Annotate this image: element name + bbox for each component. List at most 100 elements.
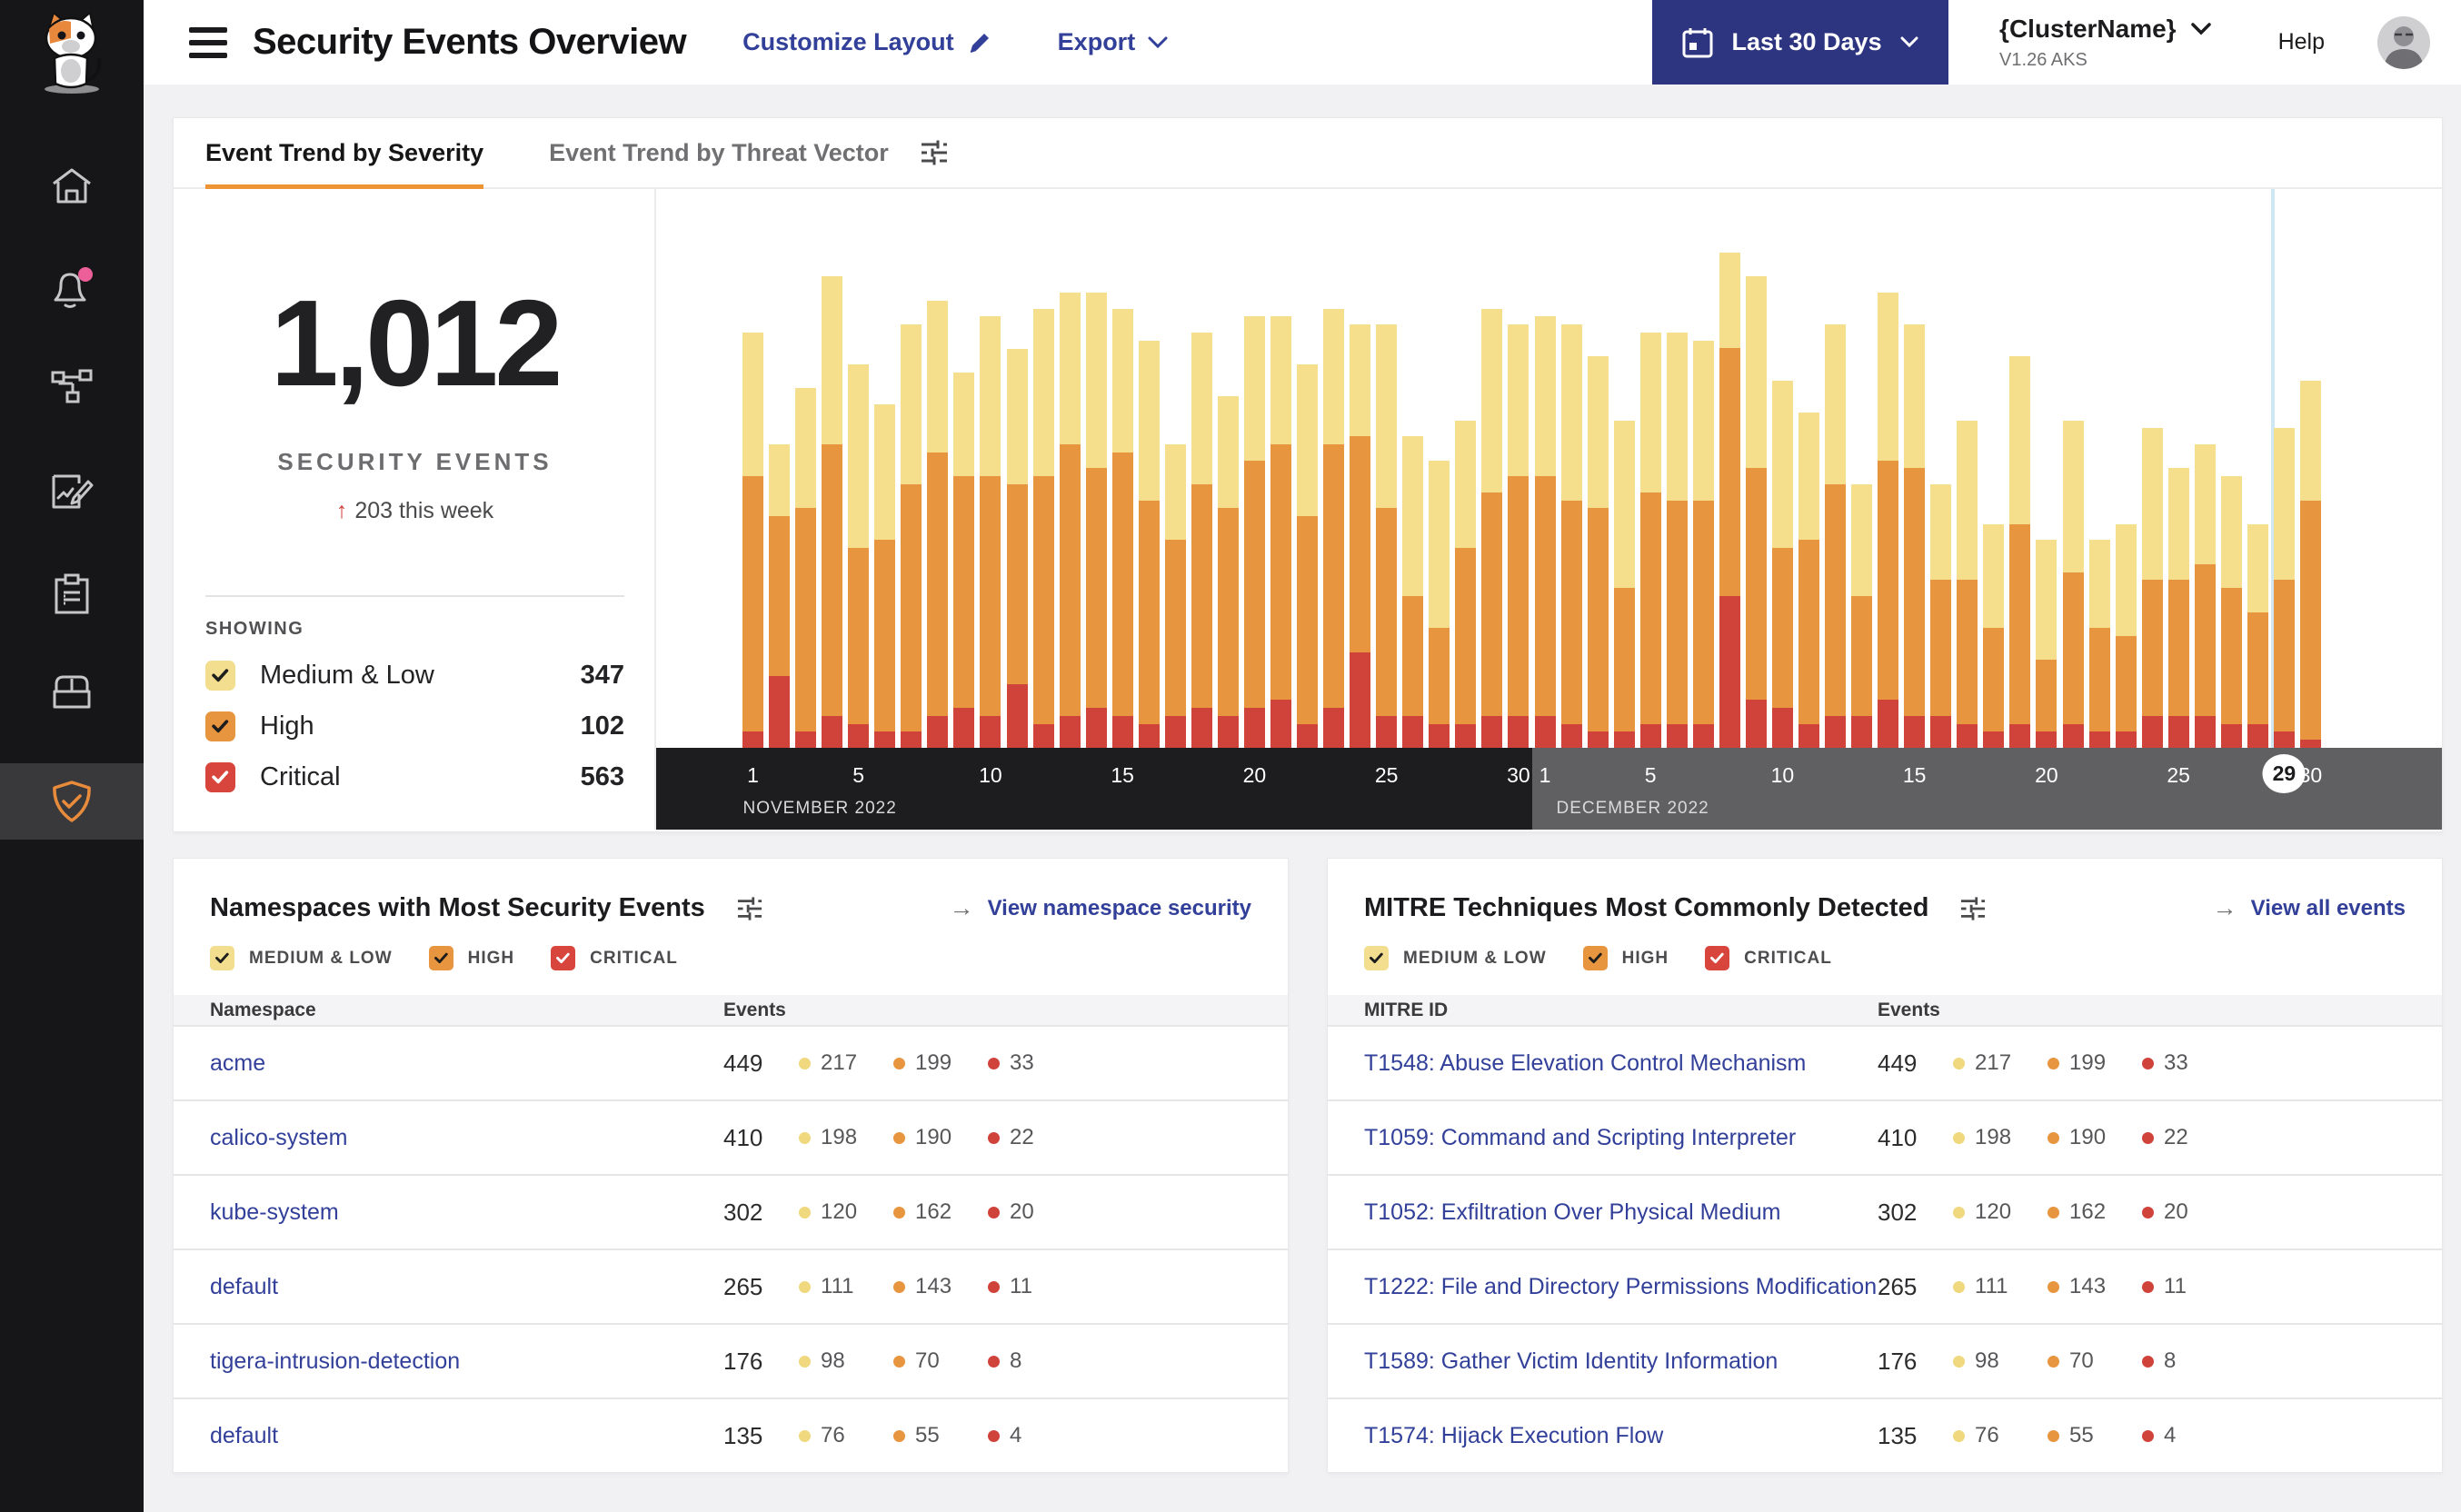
bar-november-30[interactable] [1508,324,1529,748]
severity-filter-chip[interactable]: MEDIUM & LOW [1364,946,1547,970]
bar-december-8[interactable] [1719,253,1740,748]
bar-december-5[interactable] [1639,332,1661,748]
row-link[interactable]: T1059: Command and Scripting Interpreter [1328,1125,1878,1151]
policies-edit-icon[interactable] [0,471,144,512]
home-icon[interactable] [0,165,144,207]
bar-november-6[interactable] [874,404,896,748]
bar-december-14[interactable] [1878,292,1899,748]
view-namespace-security-link[interactable]: → View namespace security [950,894,1251,922]
bar-december-11[interactable] [1798,412,1819,748]
bar-december-25[interactable] [2167,468,2189,748]
bar-november-2[interactable] [769,443,791,748]
bar-november-24[interactable] [1350,324,1371,748]
bar-november-13[interactable] [1059,292,1081,748]
row-link[interactable]: calico-system [174,1125,723,1151]
bar-december-24[interactable] [2141,428,2163,748]
compliance-clipboard-icon[interactable] [0,572,144,616]
bar-november-25[interactable] [1376,324,1398,748]
bar-december-17[interactable] [1957,420,1978,748]
mitre-settings-icon[interactable] [1959,896,1987,921]
bar-november-14[interactable] [1085,292,1107,748]
severity-checkbox[interactable] [210,946,234,970]
bar-december-28[interactable] [2247,523,2268,748]
bar-november-28[interactable] [1455,420,1477,748]
row-link[interactable]: T1222: File and Directory Permissions Mo… [1328,1274,1878,1300]
bar-december-3[interactable] [1587,356,1609,748]
bar-december-18[interactable] [1983,523,2005,748]
bar-november-5[interactable] [848,364,870,748]
severity-checkbox[interactable] [1582,946,1608,970]
severity-checkbox[interactable] [205,660,235,691]
bar-november-29[interactable] [1481,308,1503,748]
severity-filter-chip[interactable]: HIGH [1582,946,1669,970]
bar-november-7[interactable] [901,324,922,748]
row-link[interactable]: acme [174,1050,723,1077]
bar-november-1[interactable] [742,332,763,748]
row-link[interactable]: T1548: Abuse Elevation Control Mechanism [1328,1050,1878,1077]
bar-november-20[interactable] [1243,316,1265,748]
bar-december-29[interactable] [2273,428,2295,748]
calico-cat-logo[interactable] [0,7,144,94]
bar-december-6[interactable] [1666,332,1688,748]
threat-defense-active-tile[interactable] [0,763,144,840]
cluster-selector[interactable]: {ClusterName} V1.26 AKS [1999,15,2211,71]
bar-november-19[interactable] [1217,396,1239,748]
bar-december-9[interactable] [1745,276,1767,748]
bar-november-27[interactable] [1429,460,1450,748]
customize-layout-button[interactable]: Customize Layout [742,28,992,56]
bar-december-27[interactable] [2220,476,2242,748]
bar-november-22[interactable] [1297,364,1319,748]
view-all-events-link[interactable]: → View all events [2213,894,2406,922]
severity-checkbox[interactable] [205,761,235,792]
bar-november-17[interactable] [1164,444,1186,748]
severity-filter-chip[interactable]: HIGH [428,946,515,970]
bar-november-10[interactable] [980,316,1001,748]
help-link[interactable]: Help [2278,29,2325,55]
image-assurance-box-icon[interactable] [0,673,144,711]
bar-december-4[interactable] [1613,420,1635,748]
severity-checkbox[interactable] [205,711,235,741]
row-link[interactable]: default [174,1423,723,1449]
service-graph-icon[interactable] [0,367,144,407]
bar-december-22[interactable] [2088,540,2110,748]
bar-november-9[interactable] [953,372,975,748]
bar-december-30[interactable] [2299,380,2321,748]
bar-november-12[interactable] [1032,308,1054,748]
row-link[interactable]: kube-system [174,1199,723,1226]
bar-december-2[interactable] [1560,324,1582,748]
row-link[interactable]: T1589: Gather Victim Identity Informatio… [1328,1348,1878,1375]
date-range-button[interactable]: Last 30 Days [1652,0,1949,85]
bar-november-23[interactable] [1323,308,1345,748]
bar-december-15[interactable] [1904,324,1926,748]
chart-settings-icon[interactable] [920,139,949,166]
bar-december-20[interactable] [2036,540,2057,748]
bar-november-16[interactable] [1138,340,1160,748]
severity-checkbox[interactable] [428,946,453,970]
tab-event-trend-by-severity[interactable]: Event Trend by Severity [205,118,484,189]
severity-checkbox[interactable] [551,946,576,970]
bar-december-19[interactable] [2009,356,2031,748]
export-button[interactable]: Export [1058,28,1169,56]
tab-event-trend-by-threat-vector[interactable]: Event Trend by Threat Vector [549,118,889,187]
bar-december-10[interactable] [1771,380,1793,748]
row-link[interactable]: default [174,1274,723,1300]
bar-november-11[interactable] [1006,348,1028,748]
bar-november-3[interactable] [795,388,817,748]
bar-november-18[interactable] [1191,332,1212,748]
bar-december-13[interactable] [1851,483,1873,748]
bar-december-1[interactable] [1534,316,1556,748]
bar-november-15[interactable] [1111,308,1133,748]
bar-december-26[interactable] [2194,443,2216,748]
bar-november-26[interactable] [1402,436,1424,748]
bar-november-4[interactable] [822,276,843,748]
severity-filter-chip[interactable]: CRITICAL [551,946,678,970]
namespaces-settings-icon[interactable] [736,896,763,921]
bar-december-16[interactable] [1930,483,1952,748]
severity-checkbox[interactable] [1705,946,1730,970]
severity-filter-chip[interactable]: MEDIUM & LOW [210,946,393,970]
bar-december-12[interactable] [1825,324,1847,748]
row-link[interactable]: T1052: Exfiltration Over Physical Medium [1328,1199,1878,1226]
severity-filter-chip[interactable]: CRITICAL [1705,946,1832,970]
bar-november-8[interactable] [927,300,949,748]
bar-december-21[interactable] [2062,420,2084,748]
